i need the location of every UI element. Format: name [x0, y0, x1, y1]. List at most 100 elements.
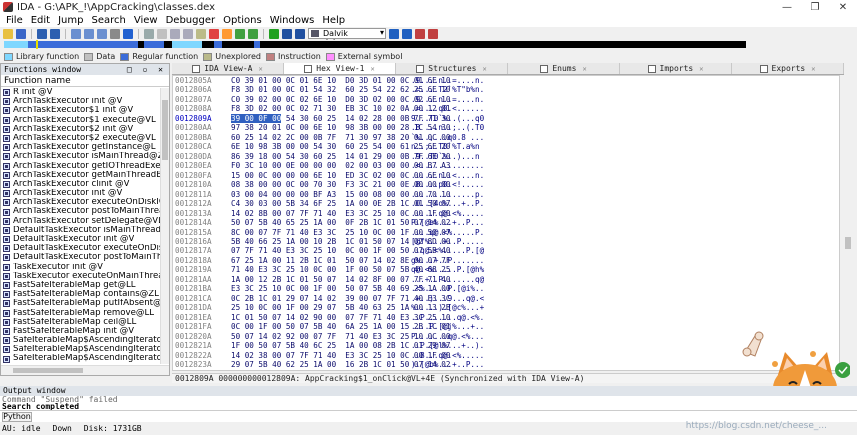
menu-jump[interactable]: Jump: [54, 14, 87, 27]
hex-ascii[interactable]: 9...T0`%..(...q0: [411, 114, 484, 123]
tab-hex-view-1[interactable]: Hex View-1 ✕: [284, 63, 396, 74]
function-list-item[interactable]: ArchTaskExecutor init @V: [1, 189, 161, 198]
hex-ascii[interactable]: .9....n..=....n.: [411, 95, 484, 104]
breakpoint-list-icon[interactable]: [428, 28, 438, 39]
hex-ascii[interactable]: ..............p.: [411, 190, 484, 199]
debugger-select[interactable]: Dalvik debugger: [308, 28, 386, 47]
pause-icon[interactable]: [282, 28, 292, 39]
cross-reference-icon[interactable]: [110, 28, 120, 39]
hex-bytes[interactable]: 0C 2B 1C 01 29 07 14 02 39 00 07 7F 71 4…: [231, 294, 450, 303]
hex-row[interactable]: 0012810A 08 38 00 00 0C 00 70 30 F3 3C 21…: [173, 180, 839, 189]
tab-ida-view-a[interactable]: IDA View-A ✕: [172, 63, 284, 74]
hex-row[interactable]: 0012817A 07 7F 71 40 E3 3C 25 10 0C 00 1F…: [173, 246, 839, 255]
tab-imports[interactable]: Imports ✕: [620, 63, 732, 74]
hex-bytes[interactable]: 14 02 38 00 07 7F 71 40 E3 3C 25 10 0C 0…: [231, 351, 450, 360]
function-list-item[interactable]: TaskExecutor init @V: [1, 263, 161, 272]
hex-row[interactable]: 0012819A 71 40 E3 3C 25 10 0C 00 1F 00 50…: [173, 265, 839, 274]
function-list-item[interactable]: SafeIterableMap$AscendingIterator i: [1, 354, 161, 363]
hex-ascii[interactable]: .<..............: [411, 161, 484, 170]
function-list-item[interactable]: R init @V: [1, 88, 161, 97]
menu-view[interactable]: View: [130, 14, 162, 27]
hex-ascii[interactable]: ..P.[@l%...+..).: [411, 341, 484, 350]
menu-options[interactable]: Options: [219, 14, 266, 27]
maximize-button[interactable]: ❐: [801, 0, 829, 14]
function-list-item[interactable]: DefaultTaskExecutor executeOnDiskIC: [1, 244, 161, 253]
hex-ascii[interactable]: ....q@.<%.....P.: [411, 370, 484, 371]
hex-row[interactable]: 001281AA 1A 00 12 2B 1C 01 50 07 14 02 8F…: [173, 275, 839, 284]
hex-ascii[interactable]: ......n..<....n.: [411, 171, 484, 180]
minimize-button[interactable]: —: [773, 0, 801, 14]
tab-close-icon[interactable]: ✕: [699, 65, 703, 73]
tab-close-icon[interactable]: ✕: [582, 65, 586, 73]
enum-icon[interactable]: [248, 28, 258, 39]
hex-bytes[interactable]: 50 07 5B 40 65 25 1A 00 0F 2B 1C 01 50 0…: [231, 218, 450, 227]
hex-bytes[interactable]: F8 3D 01 00 0C 01 54 32 60 25 54 22 62 2…: [231, 85, 450, 94]
scroll-thumb[interactable]: [13, 368, 83, 373]
navigation-band[interactable]: [0, 40, 857, 50]
hex-bytes[interactable]: 14 02 8B 00 07 7F 71 40 E3 3C 25 10 0C 0…: [231, 209, 450, 218]
function-list-item[interactable]: FastSafeIterableMap remove@LL: [1, 309, 161, 318]
tab-exports[interactable]: Exports ✕: [732, 63, 844, 74]
hex-row[interactable]: 0012806A F8 3D 01 00 0C 01 54 32 60 25 54…: [173, 85, 839, 94]
hex-bytes[interactable]: F0 3C 10 00 0E 00 00 00 02 00 03 00 00 0…: [231, 161, 450, 170]
hex-bytes[interactable]: 8C 00 07 7F 71 40 E3 3C 25 10 0C 00 1F 0…: [231, 228, 450, 237]
hex-ascii[interactable]: .9..T0`%..)...n: [411, 152, 484, 161]
hex-row[interactable]: 0012813A 14 02 8B 00 07 7F 71 40 E3 3C 25…: [173, 209, 839, 218]
hex-bytes[interactable]: 71 40 E3 3C 25 10 0C 00 1F 00 50 07 5B 4…: [231, 265, 450, 274]
hex-row[interactable]: 001281EA 1C 01 50 07 14 02 90 00 07 7F 71…: [173, 313, 839, 322]
hex-ascii[interactable]: ).[@b%...+..P...: [411, 360, 484, 369]
hex-bytes[interactable]: 93 00 07 7F 71 40 E3 3C 25 10 0C 00 1F 0…: [231, 370, 450, 371]
save-icon[interactable]: [16, 28, 26, 39]
hex-bytes[interactable]: 67 25 1A 00 11 2B 1C 01 50 07 14 02 8E 0…: [231, 256, 450, 265]
hex-bytes[interactable]: 0C 00 1F 00 50 07 5B 40 6A 25 1A 00 15 2…: [231, 322, 450, 331]
hex-ascii[interactable]: .+..)...9...q@.<: [411, 294, 484, 303]
hex-ascii[interactable]: ..q@.<%.....P.[@: [411, 246, 484, 255]
hex-view[interactable]: 0012805A C0 39 01 00 0C 01 6E 10 D0 3D 01…: [172, 75, 840, 371]
hex-row[interactable]: 001281BA E3 3C 25 10 0C 00 1F 00 50 07 5B…: [173, 284, 839, 293]
hex-row[interactable]: 0012811A 03 00 04 00 00 00 BF A3 15 00 08…: [173, 190, 839, 199]
data-icon[interactable]: [157, 28, 167, 39]
tab-enums[interactable]: Enums ✕: [508, 63, 620, 74]
hex-ascii[interactable]: ..8...q@.<%.....: [411, 351, 484, 360]
functions-vertical-scrollbar[interactable]: [160, 88, 169, 364]
hex-ascii[interactable]: .=....q0.<......: [411, 104, 484, 113]
hex-row[interactable]: 001280FA 15 00 0C 00 00 00 6E 10 ED 3C 02…: [173, 171, 839, 180]
python-language-button[interactable]: Python: [2, 412, 32, 422]
undefine-icon[interactable]: [209, 28, 219, 39]
hex-ascii[interactable]: .9....n..=....n.: [411, 76, 484, 85]
hex-row[interactable]: 001281CA 0C 2B 1C 01 29 07 14 02 39 00 07…: [173, 294, 839, 303]
hex-bytes[interactable]: 1C 01 50 07 14 02 90 00 07 7F 71 40 E3 3…: [231, 313, 450, 322]
struct-icon[interactable]: [235, 28, 245, 39]
hex-bytes[interactable]: 29 07 5B 40 62 25 1A 00 16 2B 1C 01 50 0…: [231, 360, 450, 369]
function-list-item[interactable]: FastSafeIterableMap putIfAbsent@LL: [1, 299, 161, 308]
hex-row[interactable]: 0012815A 8C 00 07 7F 71 40 E3 3C 25 10 0C…: [173, 228, 839, 237]
string-icon[interactable]: [170, 28, 180, 39]
hex-row[interactable]: 0012807A C0 39 02 00 0C 02 6E 10 D0 3D 02…: [173, 95, 839, 104]
function-list-item[interactable]: TaskExecutor executeOnMainThread@: [1, 272, 161, 281]
hex-row[interactable]: 001280BA 60 25 14 02 2C 00 0B 7F 71 30 97…: [173, 133, 839, 142]
unexplored-icon[interactable]: [196, 28, 206, 39]
function-name-column-header[interactable]: Function name: [1, 75, 169, 87]
hex-bytes[interactable]: 03 00 04 00 00 00 BF A3 15 00 08 00 00 0…: [231, 190, 450, 199]
function-list-item[interactable]: ArchTaskExecutor setDelegate@VL: [1, 217, 161, 226]
menu-windows[interactable]: Windows: [266, 14, 319, 27]
tab-close-icon[interactable]: ✕: [258, 65, 262, 73]
hex-row[interactable]: 0012814A 50 07 5B 40 65 25 1A 00 0F 2B 1C…: [173, 218, 839, 227]
menu-search[interactable]: Search: [88, 14, 130, 27]
hex-row[interactable]: 0012809A 39 00 0F 00 54 30 60 25 14 02 28…: [173, 113, 839, 123]
breakpoint-icon[interactable]: [415, 28, 425, 39]
hex-bytes[interactable]: 15 00 0C 00 00 00 6E 10 ED 3C 02 00 0C 0…: [231, 171, 450, 180]
function-list-item[interactable]: ArchTaskExecutor$2 init @V: [1, 125, 161, 134]
navigation-strip[interactable]: [4, 41, 746, 48]
hex-ascii[interactable]: ....P.[@j%...+..: [411, 322, 484, 331]
function-list-item[interactable]: DefaultTaskExecutor init @V: [1, 235, 161, 244]
function-list-item[interactable]: SafeIterableMap$AscendingIterator f: [1, 345, 161, 354]
hex-bytes[interactable]: 39 00 0F 00 54 30 60 25 14 02 28 00 0B 7…: [231, 113, 450, 123]
forward-arrow-icon[interactable]: [50, 28, 60, 39]
function-list-item[interactable]: ArchTaskExecutor getInstance@L: [1, 143, 161, 152]
hex-bytes[interactable]: 08 38 00 00 0C 00 70 30 F3 3C 21 00 0E 0…: [231, 180, 450, 189]
hex-row[interactable]: 001280DA 86 39 18 00 54 30 60 25 14 01 29…: [173, 152, 839, 161]
function-list-item[interactable]: ArchTaskExecutor getIOThreadExecuto: [1, 162, 161, 171]
function-list-item[interactable]: FastSafeIterableMap contains@ZL: [1, 290, 161, 299]
hex-bytes[interactable]: C0 39 02 00 0C 02 6E 10 D0 3D 02 00 0C 0…: [231, 95, 450, 104]
